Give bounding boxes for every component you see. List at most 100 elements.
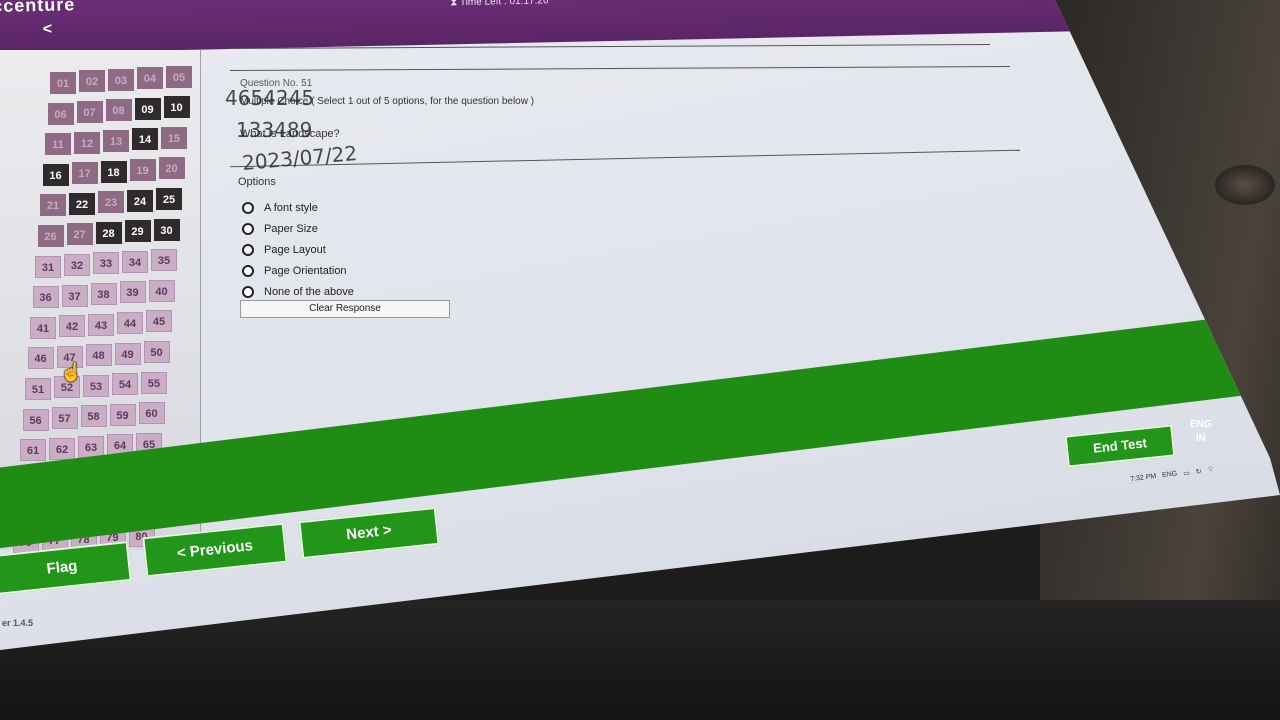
question-cell-54[interactable]: 54 [112,373,138,396]
question-cell-18[interactable]: 18 [100,160,127,183]
question-cell-39[interactable]: 39 [119,281,146,304]
question-cell-45[interactable]: 45 [146,310,172,333]
question-cell-09[interactable]: 09 [134,97,161,120]
language-indicator: ENG IN [1190,418,1212,446]
system-tray: 7:32 PM ENG ▭ ↻ ⌔ [1130,465,1215,484]
collapse-sidebar-button[interactable]: < [43,21,53,39]
question-cell-59[interactable]: 59 [109,403,136,426]
option-label: Page Layout [264,244,326,256]
question-cell-56[interactable]: 56 [22,408,49,431]
question-cell-36[interactable]: 36 [32,286,59,309]
watermark-line-1: 4654245 [225,86,315,110]
question-cell-12[interactable]: 12 [74,131,100,154]
question-cell-57[interactable]: 57 [51,407,78,429]
brand-logo: ccenture [0,0,76,16]
hand-cursor-icon: ☝ [60,362,83,382]
question-cell-23[interactable]: 23 [98,191,124,214]
watermark-line-2: 133489 [236,118,313,142]
question-cell-61[interactable]: 61 [20,439,46,462]
question-cell-53[interactable]: 53 [83,374,109,397]
question-cell-46[interactable]: 46 [27,347,54,370]
question-cell-25[interactable]: 25 [156,188,182,210]
question-cell-20[interactable]: 20 [158,157,185,180]
radio-button[interactable] [242,244,254,256]
hourglass-icon: ⧗ [450,0,458,9]
question-cell-58[interactable]: 58 [80,405,107,428]
question-cell-44[interactable]: 44 [117,312,143,334]
question-cell-04[interactable]: 04 [137,67,163,90]
question-cell-62[interactable]: 62 [49,437,75,460]
question-cell-32[interactable]: 32 [64,254,90,276]
question-cell-60[interactable]: 60 [138,402,165,425]
question-cell-15[interactable]: 15 [161,126,187,149]
question-cell-07[interactable]: 07 [76,101,103,123]
refresh-icon: ↻ [1195,467,1203,476]
wifi-icon: ⌔ [1207,465,1215,474]
question-cell-40[interactable]: 40 [148,279,175,302]
radio-button[interactable] [242,265,254,277]
question-cell-42[interactable]: 42 [59,315,85,338]
background-object [1215,165,1275,205]
question-cell-19[interactable]: 19 [129,159,156,181]
question-cell-28[interactable]: 28 [95,221,122,244]
question-cell-27[interactable]: 27 [66,223,93,246]
option-2[interactable]: Paper Size [242,223,318,235]
question-cell-35[interactable]: 35 [151,249,177,272]
question-cell-41[interactable]: 41 [30,316,56,339]
end-test-button[interactable]: End Test [1064,424,1176,468]
question-cell-48[interactable]: 48 [85,344,112,367]
divider [230,44,990,49]
radio-button[interactable] [242,223,254,235]
question-cell-33[interactable]: 33 [93,252,119,275]
question-cell-17[interactable]: 17 [71,162,98,185]
question-cell-34[interactable]: 34 [122,250,148,273]
question-cell-08[interactable]: 08 [105,99,132,122]
next-button[interactable]: Next > [298,506,440,560]
battery-icon: ▭ [1182,469,1191,478]
question-cell-11[interactable]: 11 [45,133,71,156]
question-cell-26[interactable]: 26 [37,225,64,247]
question-cell-50[interactable]: 50 [143,341,170,363]
input-language: ENG [1161,470,1178,480]
question-cell-06[interactable]: 06 [47,102,74,125]
option-label: None of the above [264,286,354,298]
clock: 7:32 PM [1129,472,1157,484]
question-cell-29[interactable]: 29 [124,220,151,243]
timer-text: Time Left : 01:17:26 [459,0,549,9]
question-cell-37[interactable]: 37 [61,284,88,307]
watermark-line-3: 2023/07/22 [241,141,359,175]
question-cell-22[interactable]: 22 [69,192,95,215]
option-label: Page Orientation [264,265,347,277]
question-cell-02[interactable]: 02 [79,70,105,93]
question-cell-31[interactable]: 31 [35,255,61,278]
option-label: Paper Size [264,223,318,235]
region-code: IN [1195,433,1206,444]
option-4[interactable]: Page Orientation [242,265,347,277]
radio-button[interactable] [242,286,254,298]
question-cell-30[interactable]: 30 [153,218,180,241]
question-cell-10[interactable]: 10 [163,96,190,119]
question-cell-21[interactable]: 21 [40,194,66,217]
question-cell-13[interactable]: 13 [103,130,129,152]
option-3[interactable]: Page Layout [242,244,326,256]
question-cell-51[interactable]: 51 [25,378,51,400]
options-label: Options [238,176,276,188]
question-cell-49[interactable]: 49 [114,342,141,365]
radio-button[interactable] [242,202,254,214]
question-cell-05[interactable]: 05 [166,65,192,88]
timer: ⧗ Time Left : 01:17:26 [450,0,548,8]
question-cell-16[interactable]: 16 [42,163,69,186]
option-5[interactable]: None of the above [242,286,354,298]
question-cell-24[interactable]: 24 [127,189,153,212]
question-cell-38[interactable]: 38 [90,283,117,305]
divider [230,65,1010,72]
option-1[interactable]: A font style [242,202,318,214]
question-cell-03[interactable]: 03 [108,68,134,91]
question-cell-14[interactable]: 14 [132,128,158,151]
language-code: ENG [1190,419,1212,430]
question-cell-55[interactable]: 55 [141,371,167,394]
version-label: er 1.4.5 [2,618,34,628]
question-cell-43[interactable]: 43 [88,313,114,336]
question-cell-01[interactable]: 01 [50,72,76,94]
clear-response-button[interactable]: Clear Response [240,300,450,318]
